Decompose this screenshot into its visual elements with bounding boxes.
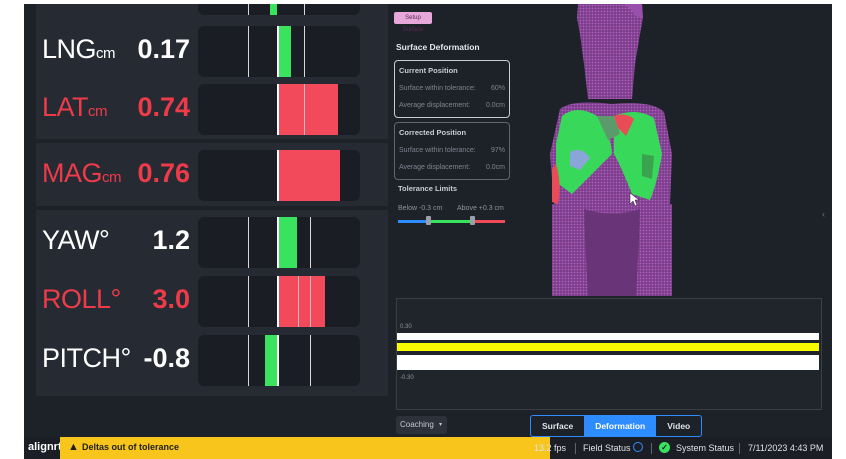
fps-readout: 13.2 fps — [534, 443, 567, 453]
tolerance-limits-title: Tolerance Limits — [398, 184, 458, 193]
tab-video[interactable]: Video — [656, 416, 701, 436]
metric-label: MAGcm — [42, 158, 122, 188]
below-tolerance-label: Below -0.3 cm — [398, 205, 443, 212]
metric-row-yaw: YAW° 1.2 — [36, 213, 388, 271]
dropdown-caret-icon: ▾ — [438, 422, 442, 428]
tab-surface[interactable]: Surface — [531, 416, 584, 436]
metric-value: 0.76 — [137, 158, 190, 188]
metric-bar — [198, 84, 360, 135]
warning-banner[interactable]: ▲ Deltas out of tolerance — [60, 437, 550, 459]
kv-row: Surface within tolerance: 60% — [399, 85, 505, 92]
graph-signal-band — [397, 343, 819, 351]
system-status-check-icon: ✓ — [659, 442, 670, 453]
field-status-icon — [633, 442, 643, 452]
metric-bar — [198, 335, 360, 386]
above-tolerance-label: Above +0.3 cm — [457, 205, 504, 212]
metric-value: -0.8 — [143, 343, 190, 373]
app-logo: alignrt — [28, 441, 62, 453]
tolerance-max-handle[interactable] — [470, 216, 475, 225]
status-bar: alignrt ▲ Deltas out of tolerance 13.2 f… — [24, 437, 832, 459]
metric-label: ROLL° — [42, 284, 121, 314]
tolerance-min-handle[interactable] — [426, 216, 431, 225]
panel-expand-chevron-icon[interactable]: ‹ — [822, 209, 825, 219]
surface-3d-view[interactable] — [522, 4, 832, 296]
kv-row: Surface within tolerance: 97% — [399, 147, 505, 154]
metric-label: LNGcm — [42, 34, 116, 64]
current-position-card[interactable]: Current Position Surface within toleranc… — [394, 60, 510, 118]
metric-row-lat: LATcm 0.74 — [36, 80, 388, 138]
metric-value: 0.17 — [137, 34, 190, 64]
metric-row-pitch: PITCH° -0.8 — [36, 331, 388, 389]
corrected-position-card[interactable]: Corrected Position Surface within tolera… — [394, 122, 510, 180]
metric-value: 0.74 — [137, 92, 190, 122]
metric-bar — [198, 217, 360, 268]
warning-text: Deltas out of tolerance — [82, 442, 180, 452]
deltas-panel: LNGcm 0.17 LATcm 0.74 MAGcm 0.76 YAW° 1.… — [36, 4, 388, 396]
metric-value: 3.0 — [152, 284, 190, 314]
metric-bar — [198, 26, 360, 77]
coaching-label: Coaching — [400, 420, 434, 429]
surface-deformation-title: Surface Deformation — [396, 42, 480, 52]
metric-label: PITCH° — [42, 343, 131, 373]
coaching-dropdown[interactable]: Coaching ▾ — [396, 416, 447, 434]
previous-row-bar — [198, 4, 360, 15]
graph-bottom-label: -0.30 — [400, 375, 414, 381]
kv-row: Average displacement: 0.0cm — [399, 102, 505, 109]
datetime: 7/11/2023 4:43 PM — [748, 443, 824, 453]
card-title: Corrected Position — [399, 128, 467, 137]
graph-top-label: 0.30 — [400, 324, 412, 330]
metric-row-lng: LNGcm 0.17 — [36, 22, 388, 80]
card-title: Current Position — [399, 66, 458, 75]
main-window: LNGcm 0.17 LATcm 0.74 MAGcm 0.76 YAW° 1.… — [24, 4, 832, 437]
metric-label: YAW° — [42, 225, 110, 255]
metric-value: 1.2 — [152, 225, 190, 255]
warning-icon: ▲ — [68, 441, 79, 453]
metric-row-mag: MAGcm 0.76 — [36, 146, 388, 204]
view-tabs: Surface Deformation Video — [530, 415, 703, 437]
kv-row: Average displacement: 0.0cm — [399, 164, 505, 171]
field-status-label[interactable]: Field Status — [583, 443, 631, 453]
graph-upper-band — [397, 333, 819, 340]
graph-lower-band — [397, 355, 819, 370]
metric-bar — [198, 276, 360, 327]
setup-surface-button[interactable]: Setup Surface — [394, 12, 432, 33]
metric-label: LATcm — [42, 92, 108, 122]
metric-row-roll: ROLL° 3.0 — [36, 272, 388, 330]
deformation-graph: 0.30 -0.30 — [396, 298, 822, 410]
tab-deformation[interactable]: Deformation — [584, 416, 657, 436]
patient-surface-render — [550, 4, 672, 296]
system-status-label[interactable]: System Status — [676, 443, 734, 453]
metric-bar — [198, 150, 360, 201]
